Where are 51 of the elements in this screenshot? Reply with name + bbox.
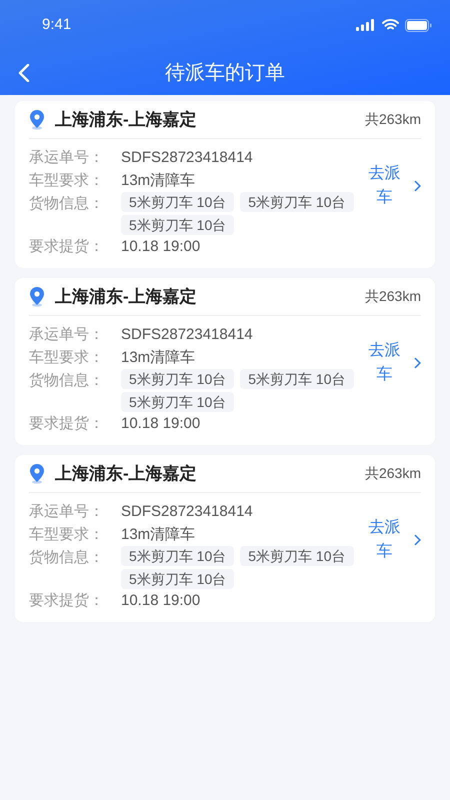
dispatch-link[interactable]: 去派车	[361, 162, 421, 210]
cargo-tag: 5米剪刀车 10台	[121, 215, 234, 235]
field-value: SDFS28723418414	[121, 325, 253, 345]
signal-icon	[356, 19, 376, 31]
cargo-tag: 5米剪刀车 10台	[240, 546, 354, 566]
distance-text: 共263km	[364, 287, 421, 306]
cargo-tag: 5米剪刀车 10台	[121, 546, 234, 566]
cargo-tag: 5米剪刀车 10台	[121, 569, 234, 589]
field-label: 车型要求：	[29, 525, 105, 545]
dispatch-link[interactable]: 去派车	[361, 339, 421, 387]
field-label: 承运单号：	[29, 502, 105, 522]
chevron-right-icon	[414, 534, 421, 546]
field-value: SDFS28723418414	[121, 148, 253, 168]
route-title: 上海浦东-上海嘉定	[55, 108, 197, 131]
field-value: 13m清障车	[121, 348, 196, 368]
field-label: 车型要求：	[29, 348, 105, 368]
route-title: 上海浦东-上海嘉定	[55, 462, 197, 485]
wifi-icon	[382, 19, 399, 31]
dispatch-link[interactable]: 去派车	[361, 516, 421, 564]
cargo-tag: 5米剪刀车 10台	[121, 392, 234, 412]
distance-text: 共263km	[364, 110, 421, 129]
cargo-tag: 5米剪刀车 10台	[240, 369, 354, 389]
battery-icon	[405, 18, 432, 32]
route-title: 上海浦东-上海嘉定	[55, 286, 197, 308]
chevron-right-icon	[414, 357, 421, 369]
field-label: 要求提货：	[29, 237, 105, 257]
field-label: 货物信息：	[29, 194, 105, 214]
field-label: 车型要求：	[29, 171, 105, 191]
field-label: 货物信息：	[29, 371, 105, 391]
location-pin-icon	[29, 464, 45, 484]
field-label: 要求提货：	[29, 591, 105, 611]
back-icon[interactable]	[18, 64, 30, 82]
location-pin-icon	[29, 286, 45, 306]
field-value: 13m清障车	[121, 525, 196, 545]
distance-text: 共263km	[364, 464, 421, 483]
chevron-right-icon	[414, 180, 421, 192]
page-title: 待派车的订单	[165, 60, 285, 86]
field-label: 货物信息：	[29, 548, 105, 568]
field-value: 10.18 19:00	[121, 591, 200, 611]
field-value: 10.18 19:00	[121, 237, 200, 257]
field-label: 要求提货：	[29, 414, 105, 434]
location-pin-icon	[29, 110, 45, 130]
cargo-tag: 5米剪刀车 10台	[121, 369, 234, 389]
field-value: 13m清障车	[121, 171, 196, 191]
field-label: 承运单号：	[29, 325, 105, 345]
cargo-tag: 5米剪刀车 10台	[121, 192, 234, 212]
status-time: 9:41	[42, 14, 72, 35]
field-label: 承运单号：	[29, 148, 105, 168]
field-value: 10.18 19:00	[121, 414, 200, 434]
field-value: SDFS28723418414	[121, 502, 253, 522]
cargo-tag: 5米剪刀车 10台	[240, 192, 354, 212]
